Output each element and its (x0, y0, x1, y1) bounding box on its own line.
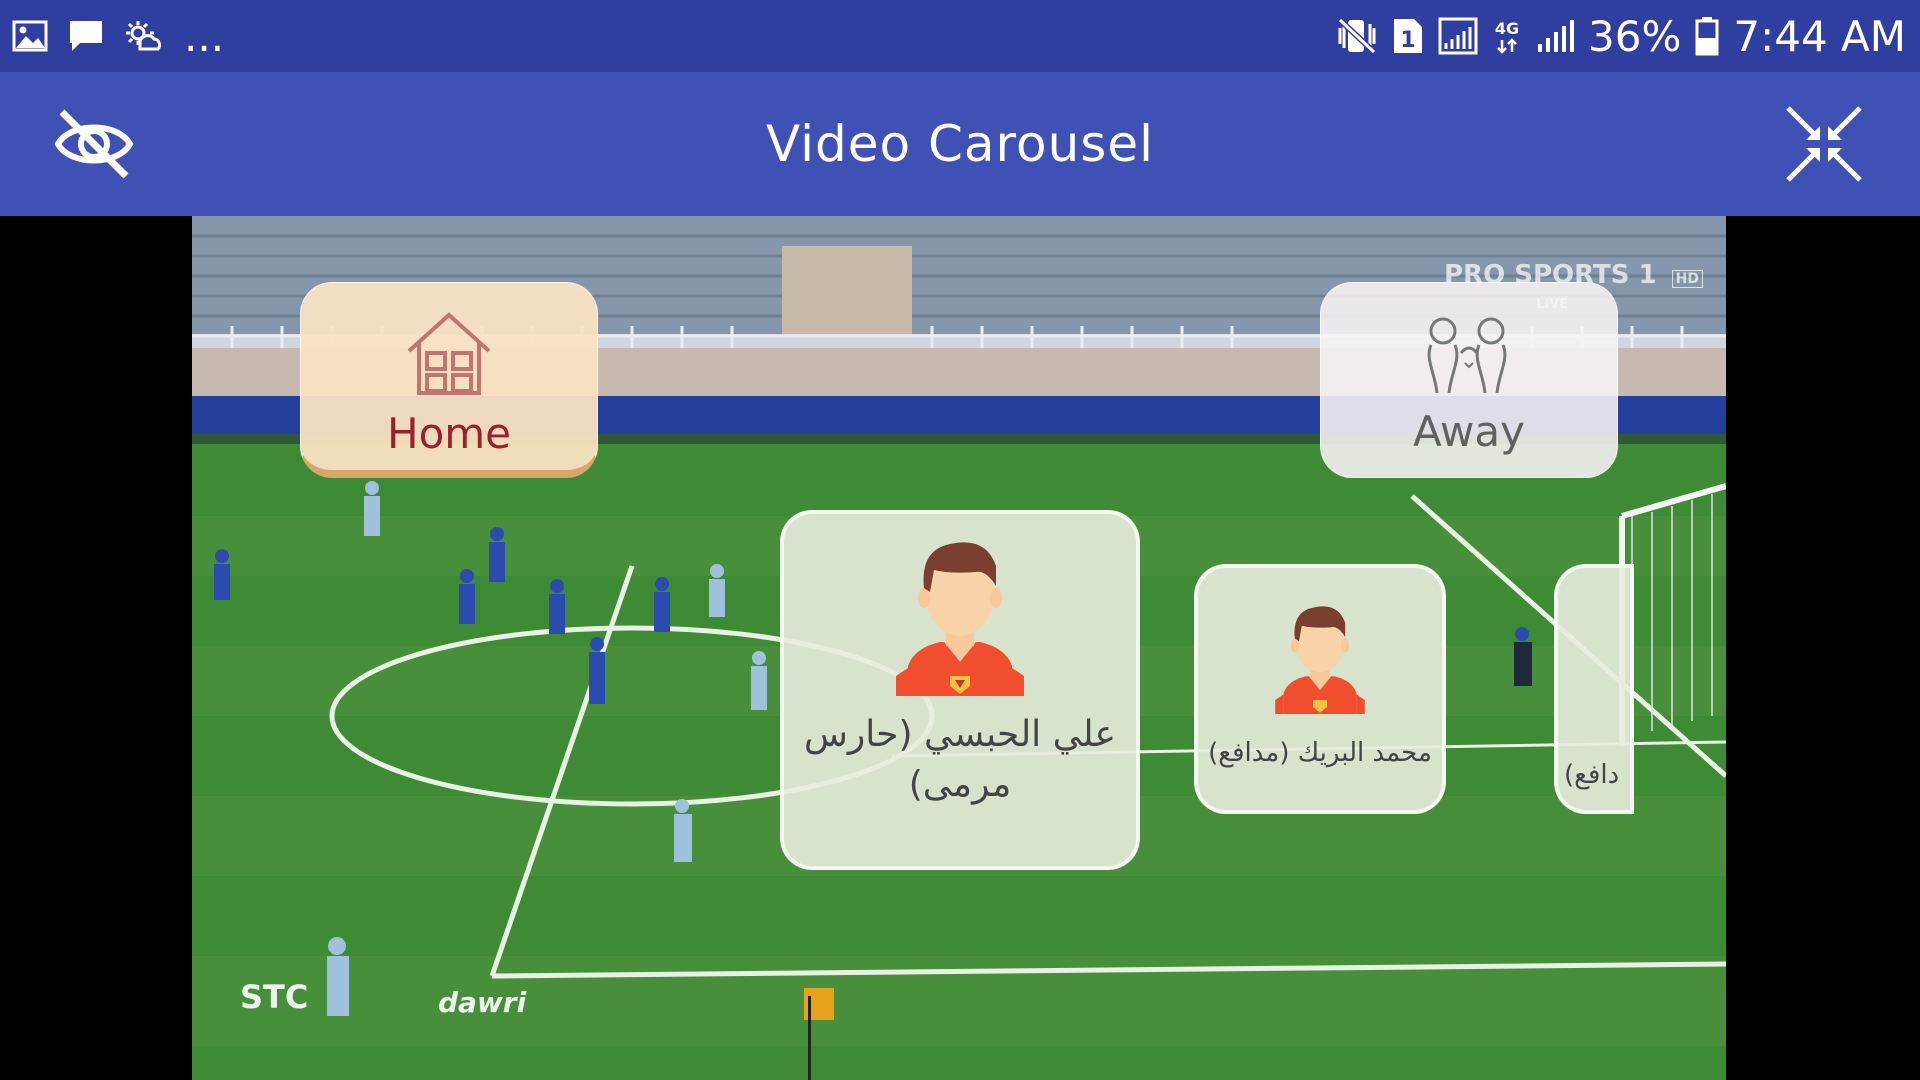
battery-percent: 36% (1588, 11, 1682, 61)
away-label: Away (1413, 407, 1525, 456)
signal-strength-icon (1438, 17, 1478, 55)
hd-badge: HD (1671, 270, 1703, 288)
house-icon (403, 307, 495, 403)
collapse-icon[interactable] (1782, 102, 1866, 186)
player-name: علي الحبسي (حارس مرمى) (803, 714, 1117, 805)
cellular-bars-icon (1536, 18, 1574, 54)
league-logo: dawri (438, 986, 527, 1019)
away-team-card[interactable]: Away (1320, 282, 1618, 478)
status-bar: ... 1 4G 36% 7:44 AM (0, 0, 1920, 72)
svg-text:4G: 4G (1495, 19, 1519, 38)
player-avatar-icon (890, 536, 1030, 700)
battery-icon (1695, 16, 1719, 56)
image-icon (12, 20, 48, 52)
home-team-card[interactable]: Home (300, 282, 598, 478)
svg-text:1: 1 (1400, 28, 1415, 53)
home-label: Home (386, 409, 512, 458)
player-card[interactable]: محمد البريك (مدافع) (1194, 564, 1446, 814)
video-player[interactable]: PRO SPORTS 1 HD LIVE STC dawri Home Away… (192, 216, 1726, 1080)
team-drawing-icon (1421, 313, 1517, 401)
player-name: محمد البريك (مدافع) (1208, 738, 1432, 768)
clock: 7:44 AM (1733, 11, 1906, 61)
player-card[interactable]: دافع) (1554, 564, 1634, 814)
overflow-indicator: ... (184, 11, 225, 61)
sim-slot-icon: 1 (1392, 17, 1424, 55)
player-card[interactable]: علي الحبسي (حارس مرمى) (780, 510, 1140, 870)
page-title: Video Carousel (766, 115, 1154, 173)
player-avatar-icon (1270, 602, 1370, 718)
vibrate-mute-icon (1336, 16, 1378, 56)
message-icon (68, 19, 104, 53)
network-type-indicator: 4G (1492, 16, 1522, 56)
weather-icon (124, 19, 164, 53)
sponsor-logo: STC (240, 978, 309, 1016)
app-bar: Video Carousel (0, 72, 1920, 216)
player-name: دافع) (1564, 760, 1620, 790)
